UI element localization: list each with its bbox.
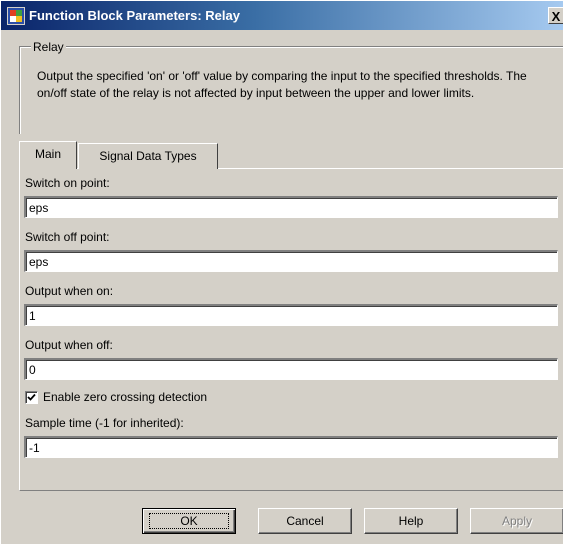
close-button[interactable]: X (548, 7, 563, 24)
switch-on-point-label: Switch on point: (25, 176, 110, 190)
block-description: Output the specified 'on' or 'off' value… (37, 69, 527, 100)
switch-off-point-input[interactable]: eps (24, 250, 558, 272)
simulink-block-icon (7, 7, 25, 25)
output-when-on-input[interactable]: 1 (24, 304, 558, 326)
output-when-off-label: Output when off: (25, 338, 113, 352)
sample-time-input[interactable]: -1 (24, 436, 558, 458)
ok-button[interactable]: OK (142, 508, 236, 534)
group-legend: Relay (31, 40, 66, 54)
zero-crossing-label[interactable]: Enable zero crossing detection (43, 390, 207, 404)
sample-time-label: Sample time (-1 for inherited): (25, 416, 184, 430)
apply-button[interactable]: Apply (470, 508, 563, 534)
ok-button-label: OK (180, 514, 198, 528)
cancel-button[interactable]: Cancel (258, 508, 352, 534)
window-title: Function Block Parameters: Relay (29, 8, 240, 23)
output-when-on-label: Output when on: (25, 284, 114, 298)
output-when-off-input[interactable]: 0 (24, 358, 558, 380)
tab-main[interactable]: Main (19, 141, 77, 169)
tab-signal-data-types[interactable]: Signal Data Types (78, 143, 218, 169)
checkmark-icon (27, 393, 36, 401)
switch-off-point-label: Switch off point: (25, 230, 110, 244)
help-button[interactable]: Help (364, 508, 458, 534)
switch-on-point-input[interactable]: eps (24, 196, 558, 218)
title-bar[interactable]: Function Block Parameters: Relay X (1, 1, 563, 30)
dialog-window: Function Block Parameters: Relay X Relay… (0, 0, 563, 544)
zero-crossing-checkbox[interactable] (25, 391, 38, 404)
